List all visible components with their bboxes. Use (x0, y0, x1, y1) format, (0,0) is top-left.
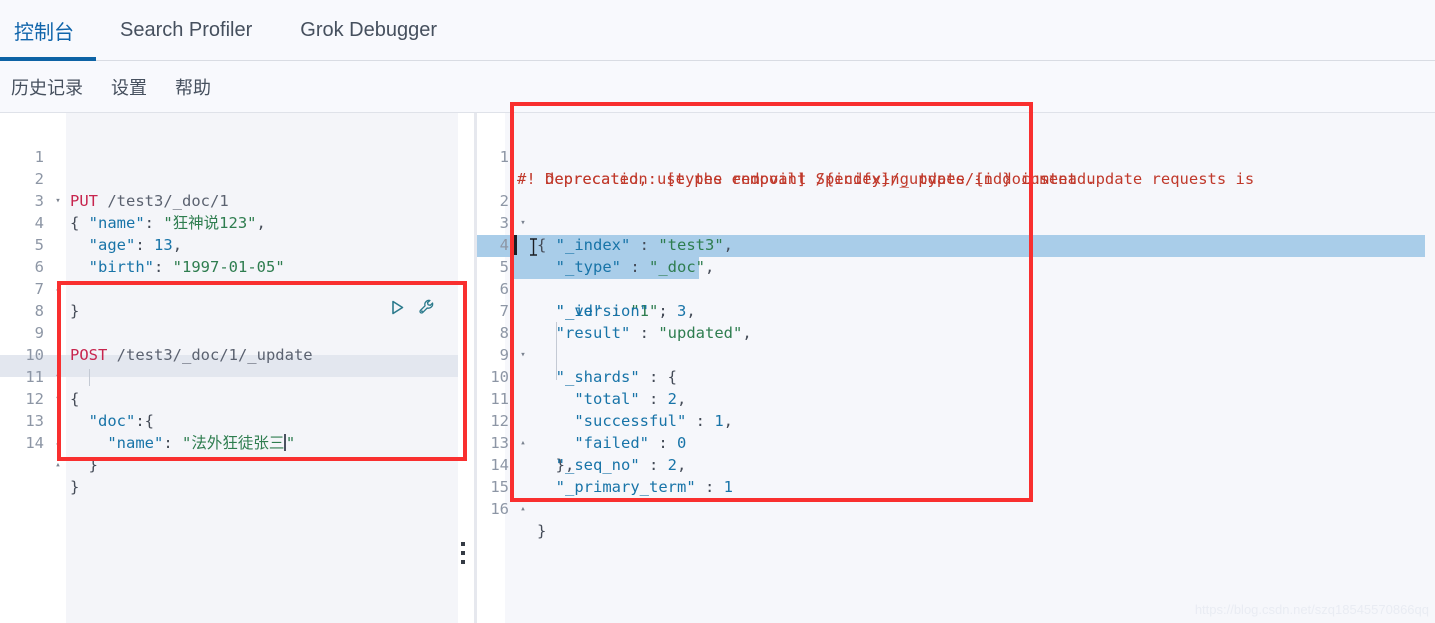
indent-guide (556, 344, 557, 366)
code-line[interactable]: 14 ▴ } (0, 410, 475, 496)
code-line[interactable]: 13 "_seq_no" : 2, (477, 410, 1435, 474)
response-code-lines[interactable]: 1 #! Deprecation: [types removal] Specif… (477, 124, 1435, 540)
code-line[interactable]: 12 "name": "法外狂徒张三" (0, 366, 475, 452)
editor-resize-handle[interactable] (461, 542, 466, 564)
code-line[interactable]: 15 ▴ } (477, 454, 1435, 540)
submenu-item-history[interactable]: 历史记录 (0, 74, 97, 100)
code-line[interactable]: 5 "birth": "1997-01-05" (0, 212, 475, 276)
play-icon[interactable] (389, 299, 406, 321)
code-line[interactable]: 11 "failed" : 0 (477, 366, 1435, 452)
watermark: https://blog.csdn.net/szq18545570866qq (1194, 602, 1429, 617)
console-submenu-bar: 历史记录 设置 帮助 (0, 61, 1435, 113)
code-line[interactable]: 9 "total" : 2, (477, 322, 1435, 408)
response-pane[interactable]: 1 #! Deprecation: [types removal] Specif… (477, 113, 1435, 623)
code-line[interactable]: 6 ▴ } (0, 234, 475, 320)
indent-guide (556, 366, 557, 380)
code-line[interactable]: 3 "name": "狂神说123", (0, 168, 475, 232)
code-line[interactable]: 10 ▾ { (0, 322, 475, 408)
code-line-wrap: deprecated, use the endpoint /{index}/_u… (477, 146, 1435, 188)
code-line[interactable]: 2 ▾ { (0, 146, 475, 232)
code-line[interactable]: 16 (477, 476, 1435, 518)
code-line[interactable]: 3 "_index" : "test3", (477, 190, 1435, 254)
indent-guide (89, 369, 90, 386)
tab-grok-debugger[interactable]: Grok Debugger (276, 0, 461, 61)
selection-anchor-caret (513, 235, 517, 255)
code-text: } (70, 478, 80, 496)
tab-list: 控制台 Search Profiler Grok Debugger (0, 0, 1435, 61)
code-line[interactable]: 12 ▴ }, (477, 388, 1435, 474)
line-number: 14 (25, 434, 44, 452)
line-number: 16 (490, 500, 509, 518)
code-line[interactable]: 1 #! Deprecation: [types removal] Specif… (477, 124, 1435, 188)
request-action-buttons[interactable] (389, 298, 437, 322)
wrench-icon[interactable] (418, 298, 437, 322)
code-line[interactable]: 7 "result" : "updated", (477, 278, 1435, 342)
code-line[interactable]: 11 ▾ "doc":{ (0, 344, 475, 430)
code-line[interactable]: 5 "_id" : "1", (477, 234, 1435, 320)
resize-dot (461, 560, 465, 564)
submenu-item-settings[interactable]: 设置 (97, 74, 161, 100)
resize-dot (461, 542, 465, 546)
tab-console[interactable]: 控制台 (0, 0, 96, 61)
top-tab-bar: 控制台 Search Profiler Grok Debugger (0, 0, 1435, 61)
code-line[interactable]: 10 "successful" : 1, (477, 344, 1435, 430)
resize-dot (461, 551, 465, 555)
request-pane[interactable]: 1 PUT /test3/_doc/1 2 ▾ { 3 "name": "狂神说… (0, 113, 475, 623)
code-line[interactable]: 8 ▾ "_shards" : { (477, 300, 1435, 386)
code-text: } (537, 522, 547, 540)
tab-grok-debugger-label: Grok Debugger (300, 19, 438, 41)
code-line[interactable]: 4 "age": 13, (0, 190, 475, 254)
code-line[interactable]: 1 PUT /test3/_doc/1 (0, 124, 475, 210)
code-line[interactable]: 2 ▾ { (477, 168, 1435, 254)
submenu-item-help[interactable]: 帮助 (161, 74, 225, 100)
tab-search-profiler[interactable]: Search Profiler (96, 0, 276, 61)
code-text: "name": "法外狂徒张三" (107, 434, 296, 452)
indent-guide (556, 322, 557, 344)
request-code-lines[interactable]: 1 PUT /test3/_doc/1 2 ▾ { 3 "name": "狂神说… (0, 124, 475, 496)
mouse-text-cursor (528, 238, 539, 261)
code-line[interactable]: 13 ▴ } (0, 388, 475, 474)
tab-search-profiler-label: Search Profiler (120, 19, 253, 41)
code-line[interactable]: 4 "_type" : "_doc", (477, 212, 1435, 276)
code-line[interactable]: 6 "_version" : 3, (477, 256, 1435, 320)
code-line[interactable]: 7 (0, 256, 475, 298)
kibana-console-page: 控制台 Search Profiler Grok Debugger 历史记录 设… (0, 0, 1435, 623)
code-line[interactable]: 14 "_primary_term" : 1 (477, 432, 1435, 496)
fold-toggle[interactable]: ▴ (52, 454, 64, 476)
code-line[interactable]: 8 (0, 278, 475, 320)
tab-console-label: 控制台 (14, 22, 74, 44)
